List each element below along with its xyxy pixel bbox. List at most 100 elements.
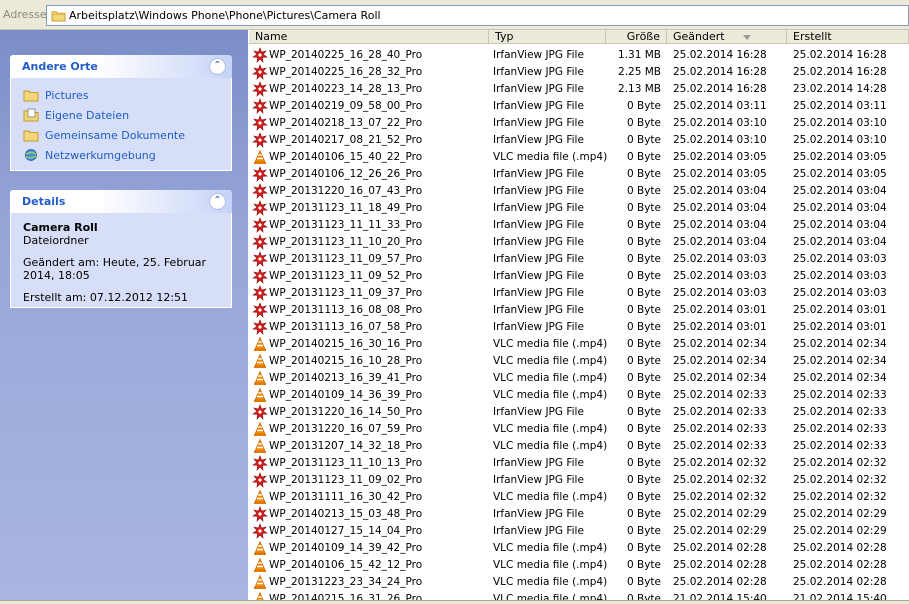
other-place-my-documents[interactable]: Eigene Dateien [23, 106, 219, 126]
file-modified: 25.02.2014 02:28 [673, 542, 767, 554]
file-name[interactable]: WP_20131113_16_08_08_Pro [269, 304, 422, 316]
other-place-label[interactable]: Netzwerkumgebung [45, 149, 156, 162]
other-place-shared-documents[interactable]: Gemeinsame Dokumente [23, 126, 219, 146]
file-row[interactable]: WP_20131207_14_32_18_Pro VLC media file (… [249, 438, 909, 455]
file-name[interactable]: WP_20140127_15_14_04_Pro [269, 525, 422, 537]
file-row[interactable]: WP_20131123_11_18_49_Pro IrfanView JPG Fi… [249, 200, 909, 217]
other-places-panel: Andere Orte ⌃ Pictures Eigene Dateien Ge… [10, 55, 232, 171]
irfanview-icon [252, 98, 268, 114]
collapse-up-icon[interactable]: ⌃ [209, 193, 226, 210]
file-name[interactable]: WP_20140217_08_21_52_Pro [269, 134, 422, 146]
file-row[interactable]: WP_20140225_16_28_40_Pro IrfanView JPG Fi… [249, 47, 909, 64]
file-name[interactable]: WP_20131111_16_30_42_Pro [269, 491, 422, 503]
file-name[interactable]: WP_20140106_15_40_22_Pro [269, 151, 422, 163]
file-row[interactable]: WP_20131123_11_09_57_Pro IrfanView JPG Fi… [249, 251, 909, 268]
file-name[interactable]: WP_20131123_11_09_37_Pro [269, 287, 422, 299]
file-type: VLC media file (.mp4) [493, 491, 608, 503]
file-name[interactable]: WP_20131123_11_09_02_Pro [269, 474, 422, 486]
file-name[interactable]: WP_20131207_14_32_18_Pro [269, 440, 422, 452]
file-row[interactable]: WP_20140217_08_21_52_Pro IrfanView JPG Fi… [249, 132, 909, 149]
file-name[interactable]: WP_20140225_16_28_40_Pro [269, 49, 422, 61]
file-name[interactable]: WP_20140109_14_36_39_Pro [269, 389, 422, 401]
other-place-label[interactable]: Gemeinsame Dokumente [45, 129, 185, 142]
file-row[interactable]: WP_20140225_16_28_32_Pro IrfanView JPG Fi… [249, 64, 909, 81]
file-name[interactable]: WP_20131220_16_14_50_Pro [269, 406, 422, 418]
file-name[interactable]: WP_20131123_11_11_33_Pro [269, 219, 422, 231]
file-name[interactable]: WP_20131220_16_07_59_Pro [269, 423, 422, 435]
file-size: 2.13 MB [618, 83, 661, 95]
file-name[interactable]: WP_20140218_13_07_22_Pro [269, 117, 422, 129]
file-modified: 25.02.2014 03:03 [673, 253, 767, 265]
file-name[interactable]: WP_20140223_14_28_13_Pro [269, 83, 422, 95]
file-row[interactable]: WP_20140106_12_26_26_Pro IrfanView JPG Fi… [249, 166, 909, 183]
column-created[interactable]: Erstellt [787, 30, 909, 44]
file-row[interactable]: WP_20131123_11_09_52_Pro IrfanView JPG Fi… [249, 268, 909, 285]
file-row[interactable]: WP_20140109_14_36_39_Pro VLC media file (… [249, 387, 909, 404]
file-row[interactable]: WP_20131223_23_34_24_Pro VLC media file (… [249, 574, 909, 591]
file-type: IrfanView JPG File [493, 474, 584, 486]
file-row[interactable]: WP_20140106_15_40_22_Pro VLC media file (… [249, 149, 909, 166]
file-row[interactable]: WP_20131220_16_07_43_Pro IrfanView JPG Fi… [249, 183, 909, 200]
file-name[interactable]: WP_20140215_16_10_28_Pro [269, 355, 422, 367]
collapse-up-icon[interactable]: ⌃ [209, 58, 226, 75]
file-name[interactable]: WP_20140109_14_39_42_Pro [269, 542, 422, 554]
details-header[interactable]: Details ⌃ [10, 190, 232, 213]
file-name[interactable]: WP_20131123_11_10_13_Pro [269, 457, 422, 469]
irfanview-icon [252, 132, 268, 148]
file-name[interactable]: WP_20131223_23_34_24_Pro [269, 576, 422, 588]
vlc-cone-icon [252, 336, 268, 352]
other-places-header[interactable]: Andere Orte ⌃ [10, 55, 232, 78]
file-row[interactable]: WP_20131113_16_07_58_Pro IrfanView JPG Fi… [249, 319, 909, 336]
other-place-pictures[interactable]: Pictures [23, 86, 219, 106]
column-modified[interactable]: Geändert [667, 30, 787, 44]
column-size[interactable]: Größe [606, 30, 667, 44]
vlc-cone-icon [252, 574, 268, 590]
file-size: 0 Byte [626, 321, 661, 333]
file-name[interactable]: WP_20140225_16_28_32_Pro [269, 66, 422, 78]
file-row[interactable]: WP_20140106_15_42_12_Pro VLC media file (… [249, 557, 909, 574]
other-place-label[interactable]: Eigene Dateien [45, 109, 129, 122]
file-row[interactable]: WP_20140215_16_30_16_Pro VLC media file (… [249, 336, 909, 353]
file-size: 0 Byte [626, 423, 661, 435]
file-row[interactable]: WP_20140213_15_03_48_Pro IrfanView JPG Fi… [249, 506, 909, 523]
other-place-label[interactable]: Pictures [45, 89, 89, 102]
file-created: 25.02.2014 02:28 [793, 542, 887, 554]
file-type: IrfanView JPG File [493, 457, 584, 469]
file-name[interactable]: WP_20140106_15_42_12_Pro [269, 559, 422, 571]
file-row[interactable]: WP_20131111_16_30_42_Pro VLC media file (… [249, 489, 909, 506]
file-name[interactable]: WP_20140219_09_58_00_Pro [269, 100, 422, 112]
other-place-network[interactable]: Netzwerkumgebung [23, 146, 219, 166]
column-type[interactable]: Typ [489, 30, 606, 44]
file-row[interactable]: WP_20140223_14_28_13_Pro IrfanView JPG Fi… [249, 81, 909, 98]
file-name[interactable]: WP_20131123_11_09_52_Pro [269, 270, 422, 282]
file-row[interactable]: WP_20131123_11_09_02_Pro IrfanView JPG Fi… [249, 472, 909, 489]
file-row[interactable]: WP_20131123_11_10_13_Pro IrfanView JPG Fi… [249, 455, 909, 472]
file-row[interactable]: WP_20131220_16_14_50_Pro IrfanView JPG Fi… [249, 404, 909, 421]
file-row[interactable]: WP_20140219_09_58_00_Pro IrfanView JPG Fi… [249, 98, 909, 115]
file-modified: 25.02.2014 03:04 [673, 236, 767, 248]
file-name[interactable]: WP_20131123_11_09_57_Pro [269, 253, 422, 265]
file-modified: 25.02.2014 03:05 [673, 168, 767, 180]
file-name[interactable]: WP_20140213_15_03_48_Pro [269, 508, 422, 520]
file-row[interactable]: WP_20140213_16_39_41_Pro VLC media file (… [249, 370, 909, 387]
column-name[interactable]: Name [249, 30, 489, 44]
details-kind: Dateiordner [23, 234, 89, 247]
file-name[interactable]: WP_20131123_11_10_20_Pro [269, 236, 422, 248]
file-row[interactable]: WP_20131123_11_10_20_Pro IrfanView JPG Fi… [249, 234, 909, 251]
file-row[interactable]: WP_20131123_11_11_33_Pro IrfanView JPG Fi… [249, 217, 909, 234]
file-row[interactable]: WP_20140215_16_10_28_Pro VLC media file (… [249, 353, 909, 370]
file-name[interactable]: WP_20131113_16_07_58_Pro [269, 321, 422, 333]
file-row[interactable]: WP_20131113_16_08_08_Pro IrfanView JPG Fi… [249, 302, 909, 319]
file-name[interactable]: WP_20131220_16_07_43_Pro [269, 185, 422, 197]
file-name[interactable]: WP_20131123_11_18_49_Pro [269, 202, 422, 214]
file-row[interactable]: WP_20140127_15_14_04_Pro IrfanView JPG Fi… [249, 523, 909, 540]
file-name[interactable]: WP_20140215_16_30_16_Pro [269, 338, 422, 350]
file-name[interactable]: WP_20140106_12_26_26_Pro [269, 168, 422, 180]
irfanview-icon [252, 268, 268, 284]
address-input[interactable]: Arbeitsplatz\Windows Phone\Phone\Picture… [46, 5, 909, 26]
file-row[interactable]: WP_20140109_14_39_42_Pro VLC media file (… [249, 540, 909, 557]
file-name[interactable]: WP_20140213_16_39_41_Pro [269, 372, 422, 384]
file-row[interactable]: WP_20140218_13_07_22_Pro IrfanView JPG Fi… [249, 115, 909, 132]
file-row[interactable]: WP_20131123_11_09_37_Pro IrfanView JPG Fi… [249, 285, 909, 302]
file-row[interactable]: WP_20131220_16_07_59_Pro VLC media file (… [249, 421, 909, 438]
